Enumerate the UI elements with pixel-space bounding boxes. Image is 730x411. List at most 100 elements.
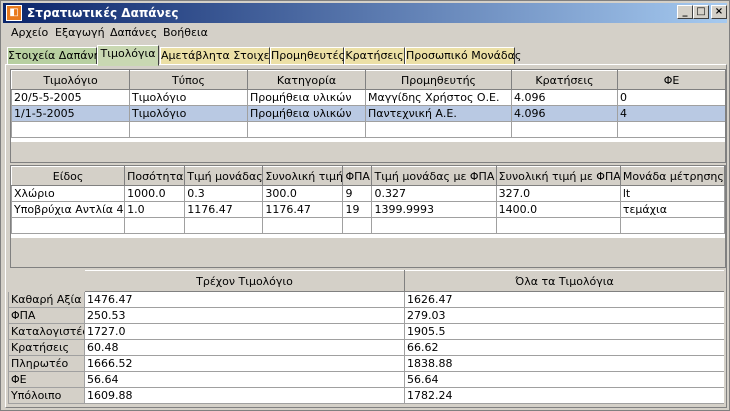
column-header[interactable]: Τιμή μονάδας με ΦΠΑ [371,166,497,186]
summary-label: Καταλογιστέο [8,323,85,340]
table-row[interactable]: Χλώριο 1000.0 0.3 300.0 9 0.327 327.0 lt [11,185,725,202]
invoices-table[interactable]: Τιμολόγιο Τύπος Κατηγορία Προμηθευτής Κρ… [10,69,726,163]
invoice-items-table[interactable]: Είδος Ποσότητα Τιμή μονάδας Συνολική τιμ… [10,165,726,268]
table-cell[interactable]: 4 [617,105,725,122]
table-cell[interactable]: Μαγγίδης Χρήστος Ο.Ε. [365,89,512,106]
menu-help[interactable]: Βοήθεια [163,26,208,39]
column-header[interactable]: Κατηγορία [247,70,366,90]
table-cell[interactable]: Παντεχνική Α.Ε. [365,105,512,122]
column-header[interactable]: Είδος [11,166,126,186]
summary-value: 1782.24 [404,387,724,404]
table-header-row: Είδος Ποσότητα Τιμή μονάδας Συνολική τιμ… [11,166,725,186]
table-row-empty[interactable] [11,217,725,234]
column-header[interactable]: ΦΕ [617,70,725,90]
summary-value: 66.62 [404,339,724,356]
column-header[interactable]: Συνολική τιμή [262,166,344,186]
column-header[interactable]: Ποσότητα [124,166,186,186]
summary-label: Κρατήσεις [8,339,85,356]
summary-table: Τρέχον Τιμολόγιο Όλα τα Τιμολόγια Καθαρή… [8,270,724,405]
column-header[interactable]: ΦΠΑ [342,166,373,186]
summary-value: 279.03 [404,307,724,324]
summary-value: 1666.52 [84,355,405,372]
window-title: Στρατιωτικές Δαπάνες [27,6,179,20]
summary-label: ΦΕ [8,371,85,388]
tab-deductions[interactable]: Κρατήσεις [344,47,405,65]
tab-unit-personnel[interactable]: Προσωπικό Μονάδας [405,47,521,65]
table-cell[interactable]: Προμήθεια υλικών [247,105,366,122]
column-header[interactable]: Κρατήσεις [511,70,618,90]
table-cell[interactable]: Υποβρύχια Αντλία 4" [11,201,126,218]
menu-bar: Αρχείο Εξαγωγή Δαπάνες Βοήθεια [3,23,727,43]
column-header[interactable]: Προμηθευτής [365,70,512,90]
table-cell[interactable]: Χλώριο [11,185,126,202]
summary-row: Υπόλοιπο 1609.88 1782.24 [8,387,724,404]
summary-row: Καταλογιστέο 1727.0 1905.5 [8,323,724,340]
table-cell[interactable]: 4.096 [511,105,618,122]
table-empty-area [11,142,725,162]
tab-invoices[interactable]: Τιμολόγια [97,45,159,66]
table-cell[interactable]: 1176.47 [262,201,344,218]
corner-header [8,270,85,292]
table-cell[interactable]: 1/1-5-2005 [11,105,130,122]
table-cell[interactable]: 0.327 [371,185,497,202]
table-cell[interactable]: 0.3 [184,185,264,202]
summary-row: Κρατήσεις 60.48 66.62 [8,339,724,356]
application-window: ◧ Στρατιωτικές Δαπάνες _ □ × Αρχείο Εξαγ… [0,0,730,411]
table-cell[interactable]: 4.096 [511,89,618,106]
column-header[interactable]: Τύπος [129,70,248,90]
tab-strip: Στοιχεία Δαπάνης Τιμολόγια Αμετάβλητα Στ… [7,45,723,66]
summary-value: 1609.88 [84,387,405,404]
menu-file[interactable]: Αρχείο [11,26,48,39]
tab-expense-details[interactable]: Στοιχεία Δαπάνης [7,47,107,65]
table-cell[interactable]: Τιμολόγιο [129,89,248,106]
table-cell[interactable]: 1399.9993 [371,201,497,218]
summary-label: ΦΠΑ [8,307,85,324]
menu-export[interactable]: Εξαγωγή [55,26,105,39]
table-cell[interactable]: 19 [342,201,373,218]
summary-value: 1727.0 [84,323,405,340]
column-header[interactable]: Συνολική τιμή με ΦΠΑ [495,166,621,186]
table-header-row: Τιμολόγιο Τύπος Κατηγορία Προμηθευτής Κρ… [11,70,725,90]
table-cell[interactable]: 300.0 [262,185,344,202]
column-header[interactable]: Τιμή μονάδας [184,166,264,186]
table-row[interactable]: Υποβρύχια Αντλία 4" 1.0 1176.47 1176.47 … [11,201,725,218]
minimize-button[interactable]: _ [677,5,693,19]
table-cell[interactable]: 20/5-5-2005 [11,89,130,106]
tab-suppliers[interactable]: Προμηθευτές [270,47,345,65]
summary-row: Καθαρή Αξία 1476.47 1626.47 [8,291,724,308]
column-header[interactable]: Μονάδα μέτρησης [619,166,725,186]
summary-value: 1905.5 [404,323,724,340]
table-header-row: Τρέχον Τιμολόγιο Όλα τα Τιμολόγια [8,270,724,292]
table-cell[interactable]: 1000.0 [124,185,186,202]
table-cell[interactable]: Προμήθεια υλικών [247,89,366,106]
summary-value: 250.53 [84,307,405,324]
table-cell[interactable]: 1.0 [124,201,186,218]
table-row-empty[interactable] [11,121,725,138]
table-cell[interactable]: lt [619,185,725,202]
table-cell[interactable]: Τιμολόγιο [129,105,248,122]
close-button[interactable]: × [711,5,727,19]
table-empty-area [11,238,725,267]
tab-fixed-data[interactable]: Αμετάβλητα Στοιχεία [160,47,281,65]
summary-label: Υπόλοιπο [8,387,85,404]
table-cell[interactable]: 0 [617,89,725,106]
table-row-selected[interactable]: 1/1-5-2005 Τιμολόγιο Προμήθεια υλικών Πα… [11,105,725,122]
column-header-all-invoices: Όλα τα Τιμολόγια [404,270,724,292]
table-cell[interactable]: 327.0 [495,185,621,202]
table-row[interactable]: 20/5-5-2005 Τιμολόγιο Προμήθεια υλικών Μ… [11,89,725,106]
column-header-current-invoice: Τρέχον Τιμολόγιο [84,270,405,292]
title-bar[interactable]: ◧ Στρατιωτικές Δαπάνες _ □ × [3,3,727,23]
maximize-button[interactable]: □ [693,5,709,19]
tab-panel: Τιμολόγιο Τύπος Κατηγορία Προμηθευτής Κρ… [5,64,727,408]
column-header[interactable]: Τιμολόγιο [11,70,130,90]
menu-expenses[interactable]: Δαπάνες [110,26,157,39]
summary-value: 1626.47 [404,291,724,308]
summary-label: Καθαρή Αξία [8,291,85,308]
summary-value: 56.64 [404,371,724,388]
table-cell[interactable]: 9 [342,185,373,202]
table-cell[interactable]: 1400.0 [495,201,621,218]
table-cell[interactable]: τεμάχια [619,201,725,218]
summary-row: ΦΠΑ 250.53 279.03 [8,307,724,324]
summary-value: 60.48 [84,339,405,356]
table-cell[interactable]: 1176.47 [184,201,264,218]
